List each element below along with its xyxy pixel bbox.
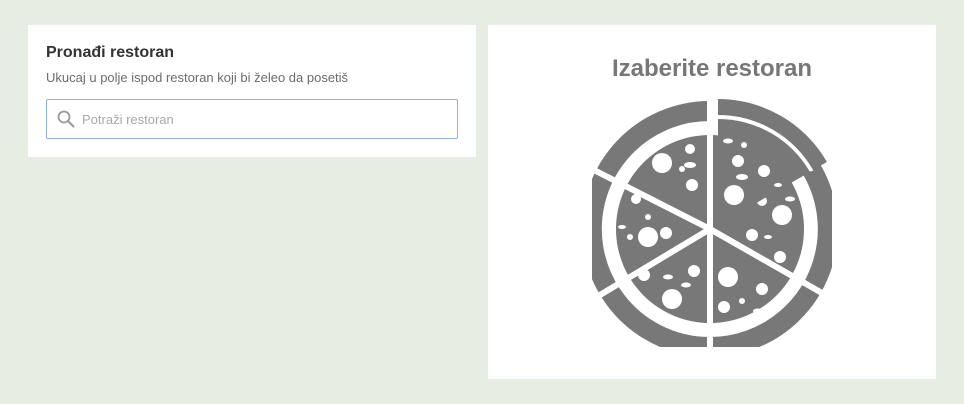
search-panel: Pronađi restoran Ukucaj u polje ispod re… — [28, 25, 476, 157]
restaurant-select-panel: Izaberite restoran — [488, 25, 936, 379]
select-title: Izaberite restoran — [611, 55, 813, 82]
search-subtitle: Ukucaj u polje ispod restoran koji bi že… — [46, 70, 349, 85]
search-icon — [56, 109, 76, 129]
search-input[interactable] — [82, 100, 457, 138]
pizza-icon — [592, 97, 832, 347]
search-title: Pronađi restoran — [46, 44, 175, 61]
search-box[interactable] — [46, 99, 458, 139]
